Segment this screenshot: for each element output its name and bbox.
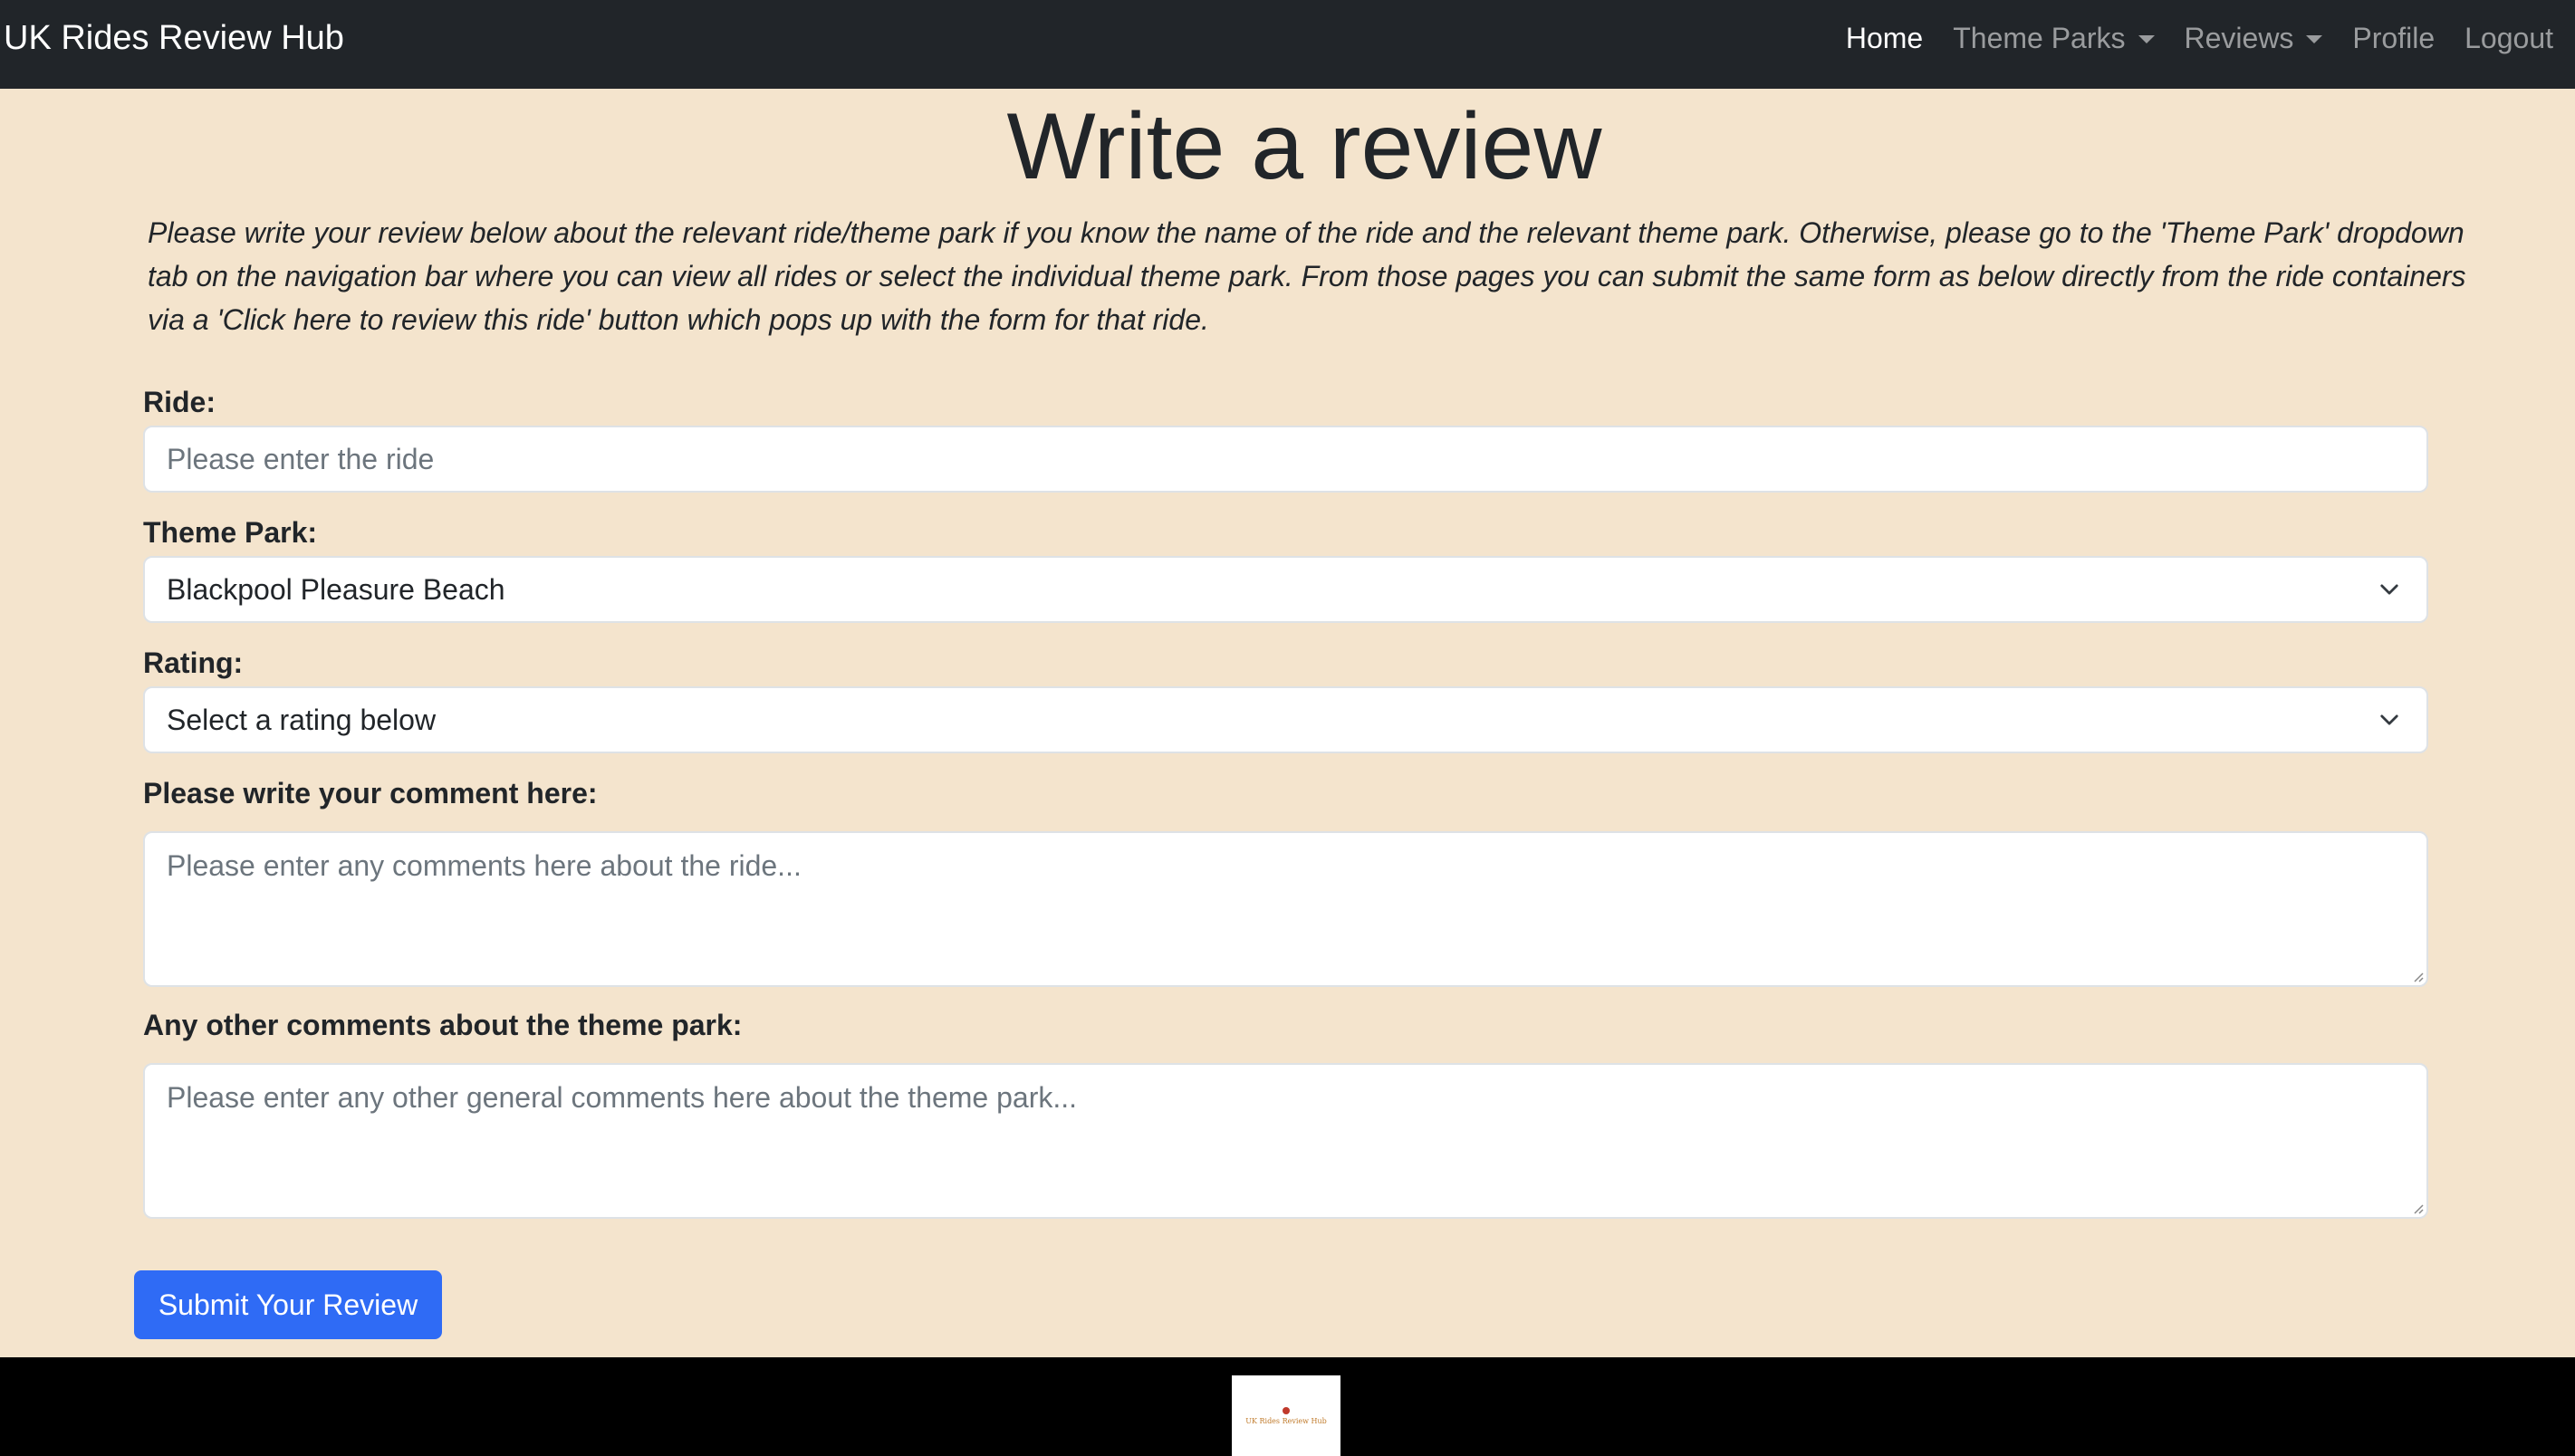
rating-select[interactable]: Select a rating below — [143, 686, 2428, 753]
comment-placeholder: Please enter any comments here about the… — [167, 849, 802, 882]
nav-links: Home Theme Parks Reviews Profile Logout — [1816, 0, 2575, 76]
submit-review-button[interactable]: Submit Your Review — [134, 1270, 442, 1339]
ride-input-placeholder: Please enter the ride — [167, 443, 435, 475]
chevron-down-icon — [2380, 714, 2398, 725]
navbar: UK Rides Review Hub Home Theme Parks Rev… — [0, 0, 2575, 89]
rating-label: Rating: — [143, 647, 244, 679]
caret-down-icon — [2138, 34, 2155, 43]
intro-text: Please write your review below about the… — [148, 216, 2466, 336]
chevron-down-icon — [2380, 584, 2398, 595]
resize-handle-icon[interactable] — [2411, 970, 2424, 982]
footer-logo-text: UK Rides Review Hub — [1245, 1416, 1327, 1425]
ride-input[interactable]: Please enter the ride — [143, 426, 2428, 493]
theme-park-label: Theme Park: — [143, 516, 318, 549]
footer: UK Rides Review Hub — [0, 1357, 2575, 1456]
nav-home-label: Home — [1845, 21, 1924, 54]
nav-profile-label: Profile — [2352, 21, 2436, 54]
nav-logout-label: Logout — [2465, 21, 2553, 54]
park-comment-textarea[interactable]: Please enter any other general comments … — [143, 1063, 2428, 1219]
nav-logout-link[interactable]: Logout — [2465, 22, 2553, 55]
caret-down-icon — [2306, 34, 2323, 43]
park-comment-placeholder: Please enter any other general comments … — [167, 1081, 1078, 1114]
logo-mark-icon — [1283, 1406, 1290, 1414]
ride-label: Ride: — [143, 386, 216, 418]
nav-profile-link[interactable]: Profile — [2352, 22, 2435, 55]
theme-park-selected-value: Blackpool Pleasure Beach — [167, 573, 505, 606]
brand-link[interactable]: UK Rides Review Hub — [4, 0, 344, 76]
nav-reviews-dropdown[interactable]: Reviews — [2185, 22, 2323, 55]
nav-theme-parks-dropdown[interactable]: Theme Parks — [1953, 21, 2155, 55]
park-comment-label: Any other comments about the theme park: — [143, 1009, 743, 1041]
resize-handle-icon[interactable] — [2411, 1202, 2424, 1214]
comment-label: Please write your comment here: — [143, 777, 598, 809]
comment-textarea[interactable]: Please enter any comments here about the… — [143, 831, 2428, 987]
footer-logo: UK Rides Review Hub — [1232, 1375, 1340, 1456]
nav-home-link[interactable]: Home — [1846, 22, 1923, 55]
page-title: Write a review — [1006, 94, 1602, 199]
rating-selected-value: Select a rating below — [167, 704, 437, 736]
nav-reviews-label: Reviews — [2184, 21, 2294, 54]
theme-park-select[interactable]: Blackpool Pleasure Beach — [143, 556, 2428, 623]
nav-theme-parks-label: Theme Parks — [1953, 21, 2126, 54]
